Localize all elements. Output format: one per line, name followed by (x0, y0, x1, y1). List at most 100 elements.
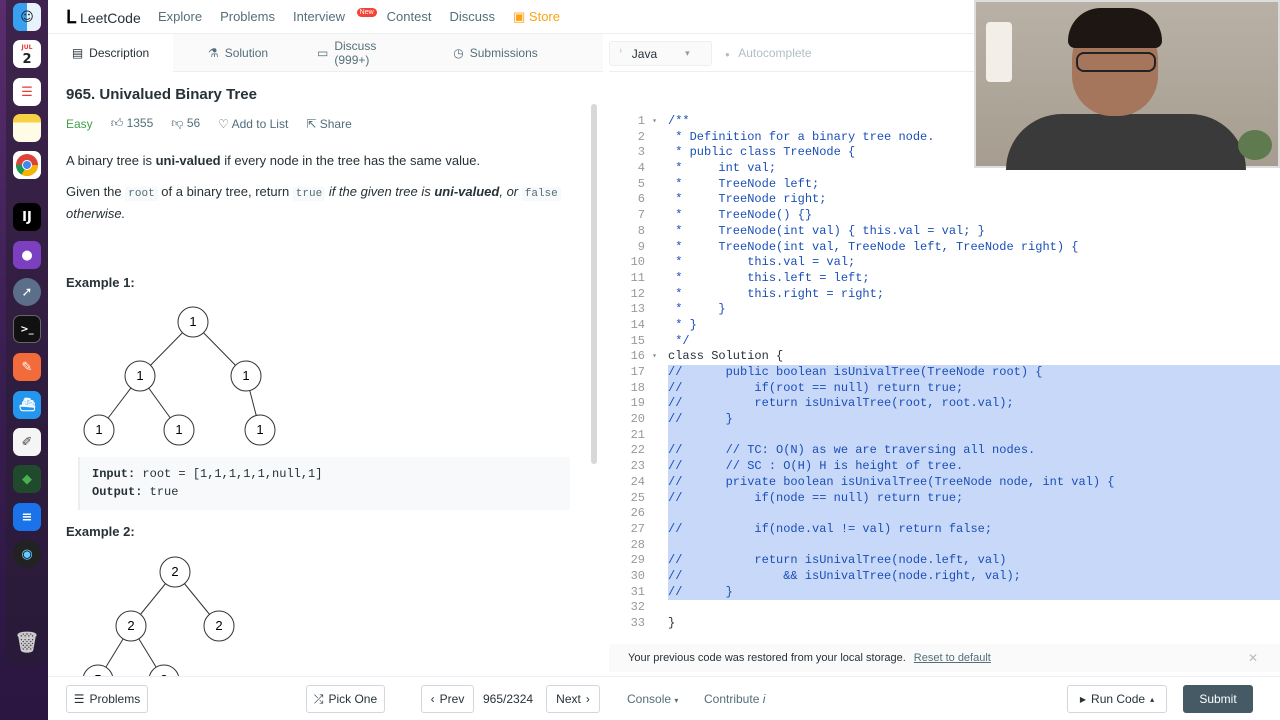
line-number: 22 (630, 443, 645, 458)
play-icon: ▶ (1079, 694, 1087, 704)
tab-solution-label: Solution (224, 46, 269, 60)
docs-icon[interactable]: ≡ (13, 503, 41, 531)
github-icon[interactable]: ● (13, 241, 41, 269)
example-2-tree: 2 2 2 5 2 (83, 556, 235, 676)
notes-icon[interactable] (13, 114, 41, 142)
rocket-icon[interactable]: ➚ (13, 278, 41, 306)
pick-one-button[interactable]: ⤮ Pick One (306, 685, 385, 713)
nav-store[interactable]: ▣ Store (513, 9, 560, 25)
nav-interview-label: Interview (293, 9, 346, 24)
p2-text-b: of a binary tree, return (157, 184, 293, 199)
next-label: Next (556, 692, 581, 706)
reminders-icon[interactable]: ☰ (13, 78, 41, 106)
quicktime-icon[interactable]: ◉ (13, 540, 41, 568)
tab-description[interactable]: ▤ Description (48, 34, 173, 72)
tab-description-label: Description (89, 46, 150, 60)
example-1-io: Input: root = [1,1,1,1,1,null,1] Output:… (78, 457, 570, 510)
nav-problems[interactable]: Problems (220, 9, 275, 25)
new-badge: New (356, 8, 377, 17)
problem-paragraph-2: Given the root of a binary tree, return … (66, 182, 576, 223)
tree-node: 2 (203, 610, 235, 642)
toggle-dot-icon: ● (725, 50, 730, 59)
problem-paragraph-1: A binary tree is uni-valued if every nod… (66, 151, 576, 170)
store-icon: ▣ (513, 9, 526, 24)
code-area[interactable]: /** * Definition for a binary tree node.… (668, 114, 1280, 632)
mongodb-icon[interactable]: ◆ (13, 465, 41, 493)
tab-submissions[interactable]: ◷ Submissions (428, 34, 563, 72)
leetcode-logo-icon: ᒪ (66, 7, 77, 27)
code-line: * this.right = right; (668, 286, 885, 301)
reset-to-default-link[interactable]: Reset to default (914, 652, 991, 664)
thumbs-up-icon: 👍︎ (110, 116, 124, 130)
next-button[interactable]: Next › (546, 685, 600, 713)
submit-label: Submit (1199, 692, 1237, 706)
language-select[interactable]: ⁱ Java ▾ (609, 41, 712, 66)
trash-icon[interactable]: 🗑 (13, 628, 41, 656)
line-number: 1 ▾ (637, 114, 657, 130)
macos-dock: ☺ JUL 2 ☰ IJ ● ➚ >_ ✎ ⛴ ✐ ◆ ≡ ◉ 🗑 (0, 0, 48, 720)
tab-discuss[interactable]: ▭ Discuss (999+) (303, 34, 428, 72)
nav-contest[interactable]: Contest (387, 9, 432, 25)
chevron-right-icon: › (585, 692, 590, 706)
code-line: } (668, 616, 676, 630)
prev-button[interactable]: ‹ Prev (421, 685, 474, 713)
pick-one-label: Pick One (328, 692, 378, 706)
calendar-icon[interactable]: JUL 2 (13, 40, 41, 68)
code-line: * } (668, 302, 726, 317)
code-line: class Solution { (668, 349, 784, 364)
like-button[interactable]: 👍︎ 1355 (111, 116, 154, 131)
code-line: // if(node == null) return true; (668, 490, 1280, 507)
console-toggle[interactable]: Console ▾ (627, 692, 678, 706)
shuffle-icon: ⤮ (313, 691, 324, 706)
info-icon: ⁱ (620, 48, 622, 59)
finder-icon[interactable]: ☺ (13, 3, 41, 31)
line-number: 11 (630, 270, 645, 285)
textedit-icon[interactable]: ✐ (13, 428, 41, 456)
description-scrollbar[interactable] (591, 104, 597, 464)
autocomplete-toggle[interactable]: ● Autocomplete (725, 46, 812, 60)
problems-button[interactable]: ☰ Problems (66, 685, 148, 713)
pen-tool-icon[interactable]: ✎ (13, 353, 41, 381)
intellij-icon[interactable]: IJ (13, 203, 41, 231)
caret-down-icon: ▾ (674, 696, 679, 705)
p2-text-a: Given the (66, 184, 126, 199)
line-number: 33 (630, 616, 645, 630)
tab-solution[interactable]: ⚗ Solution (173, 34, 303, 72)
chevron-down-icon: ▾ (685, 48, 690, 58)
p1-bold: uni-valued (155, 153, 221, 168)
prev-label: Prev (439, 692, 465, 706)
description-icon: ▤ (71, 46, 84, 60)
tree-node: 1 (124, 360, 156, 392)
contribute-link[interactable]: Contribute i (704, 692, 765, 706)
fold-arrow-icon[interactable]: ▾ (652, 114, 657, 130)
flask-icon: ⚗ (207, 46, 219, 60)
clock-icon: ◷ (453, 46, 464, 60)
code-line (668, 506, 1280, 522)
autocomplete-label: Autocomplete (738, 46, 812, 60)
nav-interview[interactable]: Interview New (293, 8, 377, 25)
nav-explore[interactable]: Explore (158, 9, 202, 25)
add-to-list-button[interactable]: ♡ Add to List (218, 117, 288, 131)
share-button[interactable]: ⇱ Share (306, 117, 351, 131)
run-code-button[interactable]: ▶ Run Code ▴ (1067, 685, 1167, 713)
svg-text:1: 1 (95, 422, 102, 437)
line-number: 26 (630, 506, 645, 521)
dislike-button[interactable]: 👎︎ 56 (171, 116, 200, 131)
line-number: 29 (630, 553, 645, 568)
svg-text:2: 2 (215, 618, 222, 633)
code-line: * TreeNode left; (668, 176, 820, 191)
fold-arrow-icon[interactable]: ▾ (652, 349, 657, 365)
chrome-icon[interactable] (13, 151, 41, 179)
submit-button[interactable]: Submit (1183, 685, 1253, 713)
leetcode-logo[interactable]: ᒪ LeetCode (66, 7, 141, 28)
nav-discuss[interactable]: Discuss (449, 9, 495, 25)
bottom-bar: ☰ Problems ⤮ Pick One ‹ Prev 965/2324 Next ›… (48, 676, 1280, 720)
code-line: // // SC : O(H) H is height of tree. (668, 459, 1280, 475)
terminal-icon[interactable]: >_ (13, 315, 41, 343)
close-icon[interactable]: ✕ (1248, 651, 1258, 665)
line-number: 9 (637, 239, 645, 254)
docker-icon[interactable]: ⛴ (13, 391, 41, 419)
language-label: Java (631, 46, 658, 61)
info-icon: i (762, 692, 766, 706)
calendar-day: 2 (22, 52, 32, 67)
